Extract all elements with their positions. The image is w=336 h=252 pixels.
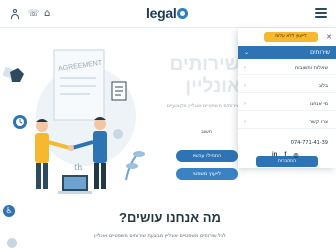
menu-services-label: שירותים [310, 49, 330, 56]
section-title: מה אנחנו עושים? [119, 210, 221, 225]
menu-item-contact[interactable]: צרו קשר ‹ [238, 116, 336, 129]
cart-icon[interactable]: ⌂ [44, 8, 50, 19]
menu-item-about[interactable]: מי אנחנו ‹ [238, 98, 336, 111]
logo-mark-icon [177, 7, 189, 19]
menu-item-label: צרו קשר [309, 119, 328, 125]
phone-icon[interactable]: ☏ [28, 9, 39, 19]
section-text: לגל שירותים משפטיים אונליין מבצעת שירותי… [94, 233, 226, 239]
hero-title: שירותים אונליין [110, 54, 240, 98]
close-icon[interactable]: ✕ [326, 32, 332, 42]
side-menu: ✕ לייעוץ ללא עלות שירותים ⌄ שאלות ותשובו… [238, 28, 336, 168]
social-links: in f ◎ [272, 152, 299, 159]
menu-item-label: מי אנחנו [309, 101, 328, 107]
linkedin-icon[interactable]: in [272, 152, 277, 159]
chevron-left-icon: ‹ [244, 83, 246, 89]
chevron-left-icon: ‹ [244, 65, 246, 71]
facebook-icon[interactable]: f [284, 152, 286, 159]
svg-text:th: th [74, 163, 82, 172]
consult-button[interactable]: לייעוץ ללא עלות [264, 32, 318, 42]
menu-phone-number[interactable]: 074-771-41-39 [238, 140, 336, 146]
menu-top-bar: ✕ לייעוץ ללא עלות [242, 32, 332, 42]
hamburger-icon[interactable] [315, 8, 327, 18]
logo[interactable]: legal [146, 5, 189, 21]
menu-item-faq[interactable]: שאלות ותשובות ‹ [238, 62, 336, 75]
user-icon[interactable] [10, 9, 20, 19]
instagram-icon[interactable]: ◎ [293, 152, 298, 159]
hero-subtitle: שירותים משפטיים אונליין מקצועיים [166, 103, 240, 109]
chevron-left-icon: ‹ [244, 119, 246, 125]
chat-icon[interactable] [7, 238, 17, 248]
accessibility-icon[interactable]: ♿ [3, 205, 15, 217]
hero-title-line1: שירותים [169, 54, 240, 75]
menu-item-blog[interactable]: בלוג ‹ [238, 80, 336, 93]
menu-item-services[interactable]: שירותים ⌄ [238, 46, 336, 59]
hero-title-line2: אונליין [185, 76, 240, 97]
menu-item-label: שאלות ותשובות [294, 65, 328, 71]
hero-small-link[interactable]: חשוב [201, 129, 212, 135]
chevron-left-icon: ‹ [244, 101, 246, 107]
cta-secondary-button[interactable]: לייעוץ משפטי [176, 168, 238, 180]
logo-text: legal [146, 5, 177, 21]
top-header: ☏ ⌂ legal [0, 0, 336, 28]
menu-item-label: בלוג [318, 83, 328, 89]
chevron-down-icon: ⌄ [244, 49, 250, 56]
cta-primary-button[interactable]: התחילו עכשיו [176, 150, 238, 162]
